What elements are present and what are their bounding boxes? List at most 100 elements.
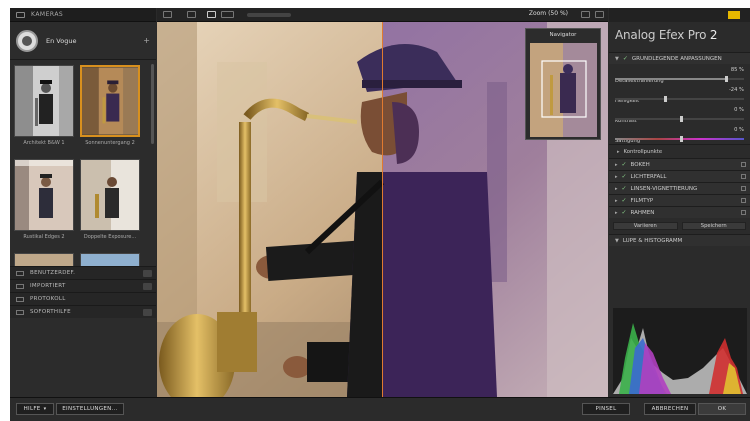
slider-handle[interactable] <box>679 116 683 122</box>
enable-checkmark-icon[interactable]: ✓ <box>622 161 627 168</box>
effect-light-leaks[interactable]: ▸ ✓ LICHTERFALL <box>609 170 750 182</box>
expand-triangle-icon[interactable]: ▸ <box>617 149 620 155</box>
help-icon <box>16 309 24 315</box>
nik-logo-icon <box>728 11 740 19</box>
section-quick-help[interactable]: SOFORTHILFE <box>10 305 156 318</box>
cameras-header[interactable]: KAMERAS <box>10 8 156 22</box>
slider-contrast[interactable]: Kontrast 0 % <box>609 104 750 124</box>
preset-item[interactable] <box>80 253 140 266</box>
preset-label: Doppelte Exposure... <box>83 234 137 240</box>
effect-options-icon[interactable] <box>741 186 746 191</box>
preset-item[interactable]: Rustikal Edges 2 <box>14 159 74 240</box>
preset-thumbnail <box>80 65 140 137</box>
adjustments-panel: Analog Efex Pro 2 ▼ ✓ GRUNDLEGENDE ANPAS… <box>609 8 750 397</box>
expand-triangle-icon[interactable]: ▸ <box>615 174 618 180</box>
effect-film-type[interactable]: ▸ ✓ FILMTYP <box>609 194 750 206</box>
histogram-display <box>613 308 747 394</box>
loupe-icon[interactable] <box>581 11 590 18</box>
collapse-triangle-icon[interactable]: ▼ <box>615 56 619 62</box>
slider-track[interactable] <box>615 76 744 82</box>
split-screen-icon[interactable] <box>207 11 216 18</box>
add-collection-icon[interactable]: + <box>143 36 150 45</box>
product-name: Analog Efex Pro <box>615 28 707 42</box>
slider-track[interactable] <box>615 96 744 102</box>
effect-frames[interactable]: ▸ ✓ RAHMEN <box>609 206 750 218</box>
preset-label: Sonnenuntergang 2 <box>85 140 135 146</box>
effect-options-icon[interactable] <box>741 162 746 167</box>
collection-selector[interactable]: En Vogue + <box>10 22 156 60</box>
effect-options-icon[interactable] <box>741 174 746 179</box>
settings-button[interactable]: EINSTELLUNGEN... <box>56 403 124 415</box>
preset-thumbnail <box>80 253 140 266</box>
enable-checkmark-icon[interactable]: ✓ <box>622 209 627 216</box>
slider-handle[interactable] <box>724 76 728 82</box>
expand-icon[interactable] <box>143 282 152 290</box>
section-label: SOFORTHILFE <box>30 309 71 315</box>
preset-scrollbar[interactable] <box>151 64 154 144</box>
effect-bokeh[interactable]: ▸ ✓ BOKEH <box>609 158 750 170</box>
basic-adjustments-header[interactable]: ▼ ✓ GRUNDLEGENDE ANPASSUNGEN <box>609 52 750 64</box>
effect-options-icon[interactable] <box>741 210 746 215</box>
slider-handle[interactable] <box>679 136 683 142</box>
help-button[interactable]: HILFE ▾ <box>16 403 54 415</box>
ok-button[interactable]: OK <box>698 403 746 415</box>
control-points-label: Kontrollpunkte <box>623 148 663 155</box>
preset-item-selected[interactable]: Sonnenuntergang 2 <box>80 65 140 146</box>
help-label: HILFE <box>23 406 41 412</box>
slider-value: 0 % <box>734 127 744 133</box>
slider-detail[interactable]: Detailextrahierung 85 % <box>609 64 750 84</box>
slider-track[interactable] <box>615 116 744 122</box>
section-history[interactable]: PROTOKOLL <box>10 292 156 305</box>
expand-triangle-icon[interactable]: ▸ <box>615 186 618 192</box>
brush-button[interactable]: PINSEL <box>582 403 630 415</box>
slider-value: -24 % <box>728 87 744 93</box>
effect-options-icon[interactable] <box>741 198 746 203</box>
history-icon <box>16 296 24 302</box>
dropdown-arrow-icon: ▾ <box>43 406 47 412</box>
side-by-side-icon[interactable] <box>221 11 234 18</box>
navigator-preview[interactable] <box>530 43 597 137</box>
cancel-button[interactable]: ABBRECHEN <box>644 403 696 415</box>
enable-checkmark-icon[interactable]: ✓ <box>622 185 627 192</box>
image-canvas[interactable]: Zoom (50 %) Navigator <box>157 8 608 397</box>
zoom-label[interactable]: Zoom (50 %) <box>529 10 568 17</box>
expand-triangle-icon[interactable]: ▸ <box>615 210 618 216</box>
product-version: 2 <box>709 28 718 42</box>
effect-label: LICHTERFALL <box>630 173 667 180</box>
section-label: IMPORTIERT <box>30 283 66 289</box>
preset-item[interactable]: Doppelte Exposure... <box>80 159 140 240</box>
split-view-icon[interactable] <box>187 11 196 18</box>
fit-icon[interactable] <box>595 11 604 18</box>
section-label: BENUTZERDEF. <box>30 270 76 276</box>
save-button[interactable]: Speichern <box>681 222 746 230</box>
collapse-triangle-icon[interactable]: ▼ <box>615 238 619 244</box>
slider-saturation[interactable]: Sättigung 0 % <box>609 124 750 144</box>
histogram-header[interactable]: ▼ LUPE & HISTOGRAMM <box>609 234 750 246</box>
enable-checkmark-icon[interactable]: ✓ <box>623 55 628 62</box>
enable-checkmark-icon[interactable]: ✓ <box>622 173 627 180</box>
expand-triangle-icon[interactable]: ▸ <box>615 162 618 168</box>
enable-checkmark-icon[interactable]: ✓ <box>622 197 627 204</box>
slider-track[interactable] <box>615 136 744 142</box>
section-imported[interactable]: IMPORTIERT <box>10 279 156 292</box>
slider-value: 85 % <box>730 67 744 73</box>
preset-item[interactable] <box>14 253 74 266</box>
expand-icon[interactable] <box>143 269 152 277</box>
camera-icon <box>16 11 25 18</box>
split-divider[interactable] <box>382 22 383 397</box>
control-points-row[interactable]: ▸ Kontrollpunkte <box>609 144 750 158</box>
expand-icon[interactable] <box>143 308 152 316</box>
preset-item[interactable]: Architekt B&W 1 <box>14 65 74 146</box>
slider-handle[interactable] <box>664 96 668 102</box>
effect-label: BOKEH <box>630 161 650 168</box>
effect-label: FILMTYP <box>630 197 654 204</box>
effect-lens-vignette[interactable]: ▸ ✓ LINSEN-VIGNETTIERUNG <box>609 182 750 194</box>
section-label: PROTOKOLL <box>30 296 66 302</box>
background-slider[interactable] <box>247 13 291 17</box>
expand-triangle-icon[interactable]: ▸ <box>615 198 618 204</box>
single-view-icon[interactable] <box>163 11 172 18</box>
section-title: GRUNDLEGENDE ANPASSUNGEN <box>631 55 722 62</box>
vary-button[interactable]: Variieren <box>613 222 678 230</box>
slider-brightness[interactable]: Helligkeit -24 % <box>609 84 750 104</box>
section-user-defined[interactable]: BENUTZERDEF. <box>10 266 156 279</box>
